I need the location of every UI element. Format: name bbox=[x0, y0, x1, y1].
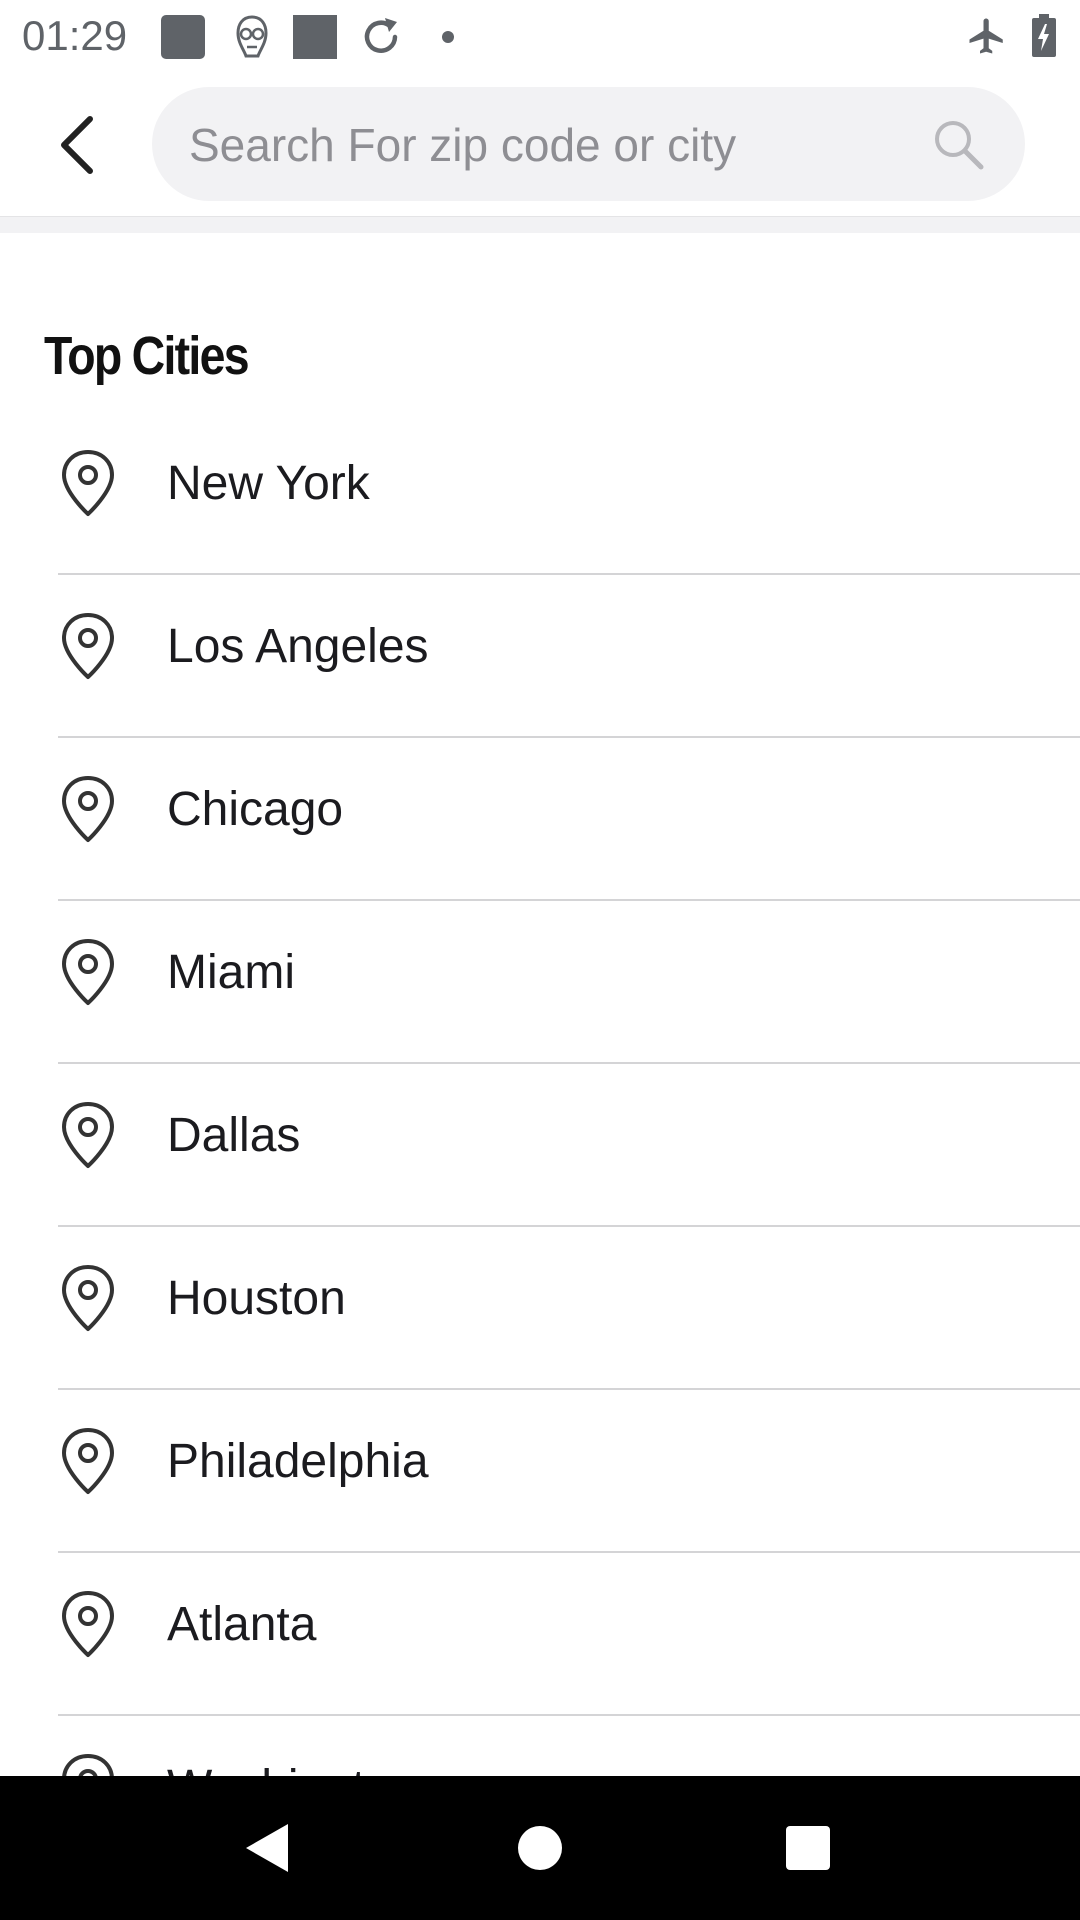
alien-mask-icon bbox=[236, 15, 268, 58]
city-label: Atlanta bbox=[167, 1598, 317, 1651]
city-label: Philadelphia bbox=[167, 1435, 429, 1488]
list-item[interactable]: New York bbox=[0, 412, 1080, 575]
location-pin-icon bbox=[62, 450, 114, 516]
screen: 01:29 Search For zip code or city Top Ci… bbox=[0, 0, 1080, 1920]
list-item[interactable]: Philadelphia bbox=[0, 1390, 1080, 1553]
list-item[interactable]: Miami bbox=[0, 901, 1080, 1064]
location-pin-icon bbox=[62, 1591, 114, 1657]
city-label: Miami bbox=[167, 946, 295, 999]
city-label: Houston bbox=[167, 1272, 346, 1325]
city-label: Dallas bbox=[167, 1109, 301, 1162]
nav-back-button[interactable] bbox=[232, 1812, 304, 1884]
system-nav-bar bbox=[0, 1776, 1080, 1920]
list-item[interactable]: Los Angeles bbox=[0, 575, 1080, 738]
notification-square-icon bbox=[161, 15, 205, 59]
sync-icon bbox=[364, 18, 398, 53]
location-pin-icon bbox=[62, 1265, 114, 1331]
search-icon[interactable] bbox=[931, 117, 987, 173]
location-pin-icon bbox=[62, 939, 114, 1005]
header-divider bbox=[0, 217, 1080, 233]
nav-home-button[interactable] bbox=[504, 1812, 576, 1884]
airplane-mode-icon bbox=[969, 18, 1003, 54]
location-pin-icon bbox=[62, 1428, 114, 1494]
status-bar: 01:29 bbox=[0, 0, 1080, 72]
recents-square-icon bbox=[786, 1826, 830, 1870]
chevron-left-icon bbox=[61, 116, 93, 174]
location-pin-icon bbox=[62, 776, 114, 842]
city-label: New York bbox=[167, 457, 370, 510]
back-button[interactable] bbox=[40, 100, 112, 190]
search-input[interactable] bbox=[187, 87, 891, 203]
section-title: Top Cities bbox=[44, 326, 250, 386]
status-time: 01:29 bbox=[22, 12, 128, 59]
list-item[interactable]: Dallas bbox=[0, 1064, 1080, 1227]
list-item[interactable]: Houston bbox=[0, 1227, 1080, 1390]
battery-charging-icon bbox=[1032, 14, 1056, 57]
app-header bbox=[0, 72, 1080, 217]
search-box[interactable] bbox=[152, 87, 1025, 203]
location-pin-icon bbox=[62, 613, 114, 679]
dot-icon bbox=[442, 31, 454, 43]
list-item[interactable]: Chicago bbox=[0, 738, 1080, 901]
list-item[interactable]: Atlanta bbox=[0, 1553, 1080, 1716]
home-circle-icon bbox=[518, 1826, 562, 1870]
back-triangle-icon bbox=[246, 1824, 288, 1872]
city-label: Chicago bbox=[167, 783, 344, 836]
city-list[interactable]: New York Los Angeles Chicago Miami Dalla… bbox=[0, 412, 1080, 1879]
nav-recents-button[interactable] bbox=[772, 1812, 844, 1884]
location-pin-icon bbox=[62, 1102, 114, 1168]
city-label: Los Angeles bbox=[167, 620, 429, 673]
notification-square-icon bbox=[293, 15, 337, 59]
